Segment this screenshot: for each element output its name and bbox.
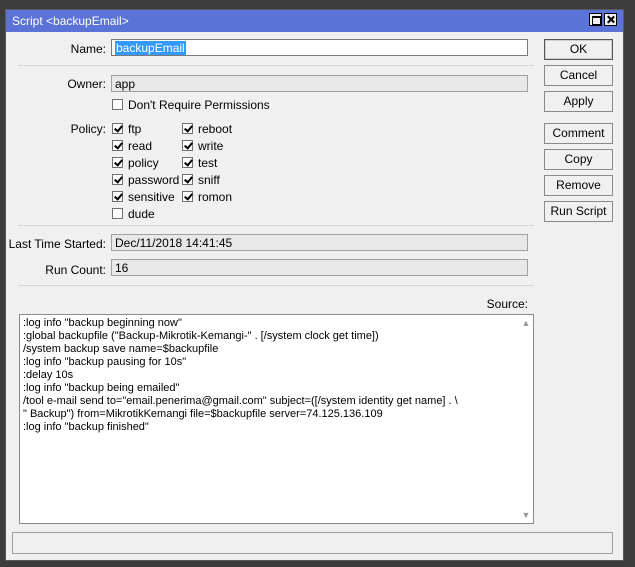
window-title: Script <backupEmail> — [12, 14, 129, 28]
name-label: Name: — [70, 42, 106, 56]
owner-label: Owner: — [67, 77, 106, 91]
policy-read-checkbox[interactable]: read — [112, 139, 152, 153]
run-script-button[interactable]: Run Script — [544, 201, 613, 222]
policy-reboot-checkbox[interactable]: reboot — [182, 122, 232, 136]
policy-policy-checkbox[interactable]: policy — [112, 156, 159, 170]
comment-button[interactable]: Comment — [544, 123, 613, 144]
copy-button[interactable]: Copy — [544, 149, 613, 170]
source-editor[interactable]: :log info "backup beginning now" :global… — [19, 314, 534, 524]
maximize-icon[interactable] — [589, 13, 602, 26]
scroll-up-icon[interactable]: ▲ — [521, 318, 531, 328]
policy-dude-checkbox[interactable]: dude — [112, 207, 155, 221]
title-bar[interactable]: Script <backupEmail> — [6, 10, 623, 32]
script-window: Script <backupEmail> Name: backupEmail O… — [5, 9, 624, 561]
policy-password-checkbox[interactable]: password — [112, 173, 179, 187]
name-input[interactable]: backupEmail — [111, 39, 528, 56]
policy-romon-checkbox[interactable]: romon — [182, 190, 232, 204]
source-text[interactable]: :log info "backup beginning now" :global… — [20, 315, 516, 436]
source-scrollbar[interactable]: ▲ ▼ — [519, 315, 533, 523]
policy-label: Policy: — [70, 122, 106, 136]
policy-ftp-checkbox[interactable]: ftp — [112, 122, 141, 136]
dont-require-permissions-checkbox[interactable]: Don't Require Permissions — [112, 98, 270, 112]
policy-test-checkbox[interactable]: test — [182, 156, 217, 170]
last-time-started-field[interactable]: Dec/11/2018 14:41:45 — [111, 234, 528, 251]
checkbox-box — [112, 99, 123, 110]
run-count-field[interactable]: 16 — [111, 259, 528, 276]
remove-button[interactable]: Remove — [544, 175, 613, 196]
run-count-label: Run Count: — [45, 263, 106, 277]
apply-button[interactable]: Apply — [544, 91, 613, 112]
status-bar — [12, 532, 613, 554]
scroll-down-icon[interactable]: ▼ — [521, 510, 531, 520]
close-icon[interactable] — [604, 13, 617, 26]
policy-sniff-checkbox[interactable]: sniff — [182, 173, 220, 187]
separator — [18, 285, 534, 286]
policy-sensitive-checkbox[interactable]: sensitive — [112, 190, 175, 204]
owner-field[interactable]: app — [111, 75, 528, 92]
policy-write-checkbox[interactable]: write — [182, 139, 223, 153]
source-label: Source: — [486, 297, 528, 311]
ok-button[interactable]: OK — [544, 39, 613, 60]
last-time-started-label: Last Time Started: — [8, 237, 106, 251]
cancel-button[interactable]: Cancel — [544, 65, 613, 86]
separator — [18, 225, 534, 226]
separator — [18, 65, 534, 66]
